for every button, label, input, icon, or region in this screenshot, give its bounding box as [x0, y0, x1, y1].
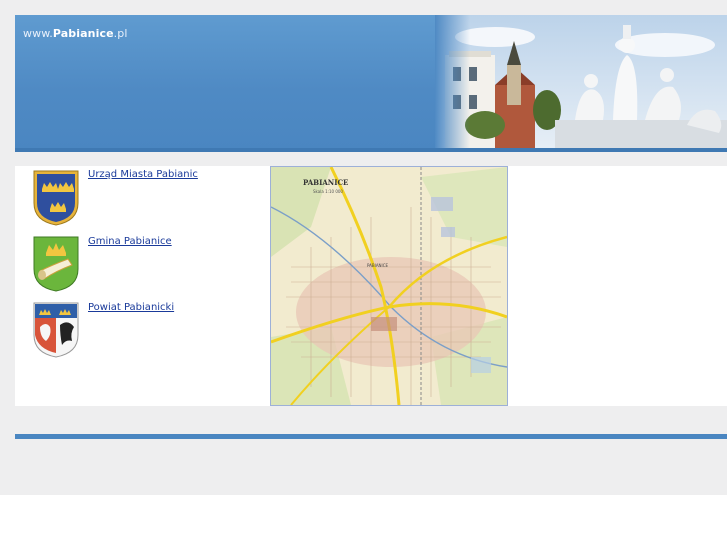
city-map-image: PABIANICE Skala 1:10 000 PABIANICE [271, 167, 507, 405]
crowns-crest-icon [33, 170, 79, 226]
content-area: Urząd Miasta Pabianic Gmina Pabianice Po… [15, 166, 727, 406]
site-banner: www.Pabianice.pl [15, 15, 727, 152]
link-gmina[interactable]: Gmina Pabianice [88, 236, 172, 247]
map-district-label: PABIANICE [367, 263, 389, 268]
link-urzad-miasta[interactable]: Urząd Miasta Pabianic [88, 169, 198, 180]
banner-photo [435, 15, 727, 148]
banner-divider [15, 148, 727, 152]
link-powiat[interactable]: Powiat Pabianicki [88, 302, 174, 313]
eagle-crest-icon [33, 302, 79, 358]
city-map[interactable]: PABIANICE Skala 1:10 000 PABIANICE [270, 166, 508, 406]
map-title: PABIANICE [303, 178, 348, 187]
site-url: www.Pabianice.pl [23, 27, 128, 40]
footer-divider [15, 434, 727, 439]
horn-crest-icon [33, 236, 79, 292]
map-scale: Skala 1:10 000 [313, 189, 343, 194]
